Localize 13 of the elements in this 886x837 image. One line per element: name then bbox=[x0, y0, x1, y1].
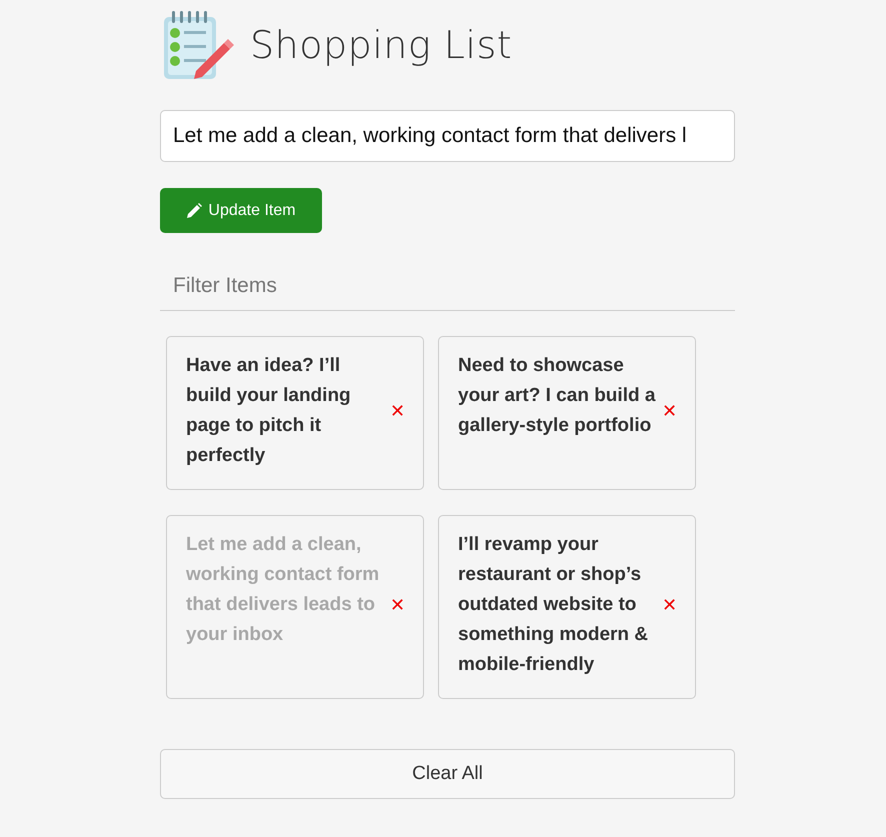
item-text: Need to showcase your art? I can build a gallery-style portfolio bbox=[458, 354, 656, 438]
update-item-button[interactable]: Update Item bbox=[160, 188, 322, 233]
item-text: Have an idea? I’ll build your landing page to pitch it perfectly bbox=[186, 354, 352, 468]
item-card[interactable]: Have an idea? I’ll build your landing page to pitch it perfectly ✕ bbox=[166, 336, 424, 490]
item-card[interactable]: Let me add a clean, working contact form that delivers leads to your inbox ✕ bbox=[166, 515, 424, 699]
filter-field[interactable]: Filter Items bbox=[160, 262, 735, 311]
item-card[interactable]: I’ll revamp your restaurant or shop’s outdated website to something modern & mobile-friendly ✕ bbox=[438, 515, 696, 699]
pencil-icon bbox=[186, 202, 202, 218]
clear-all-button[interactable]: Clear All bbox=[160, 749, 735, 799]
app-title: Shopping List bbox=[250, 23, 512, 67]
item-text: I’ll revamp your restaurant or shop’s outdated website to something modern & mobile-friendly bbox=[458, 533, 650, 677]
item-input[interactable]: Let me add a clean, working contact form that delivers l bbox=[160, 110, 735, 162]
item-text: Let me add a clean, working contact form that delivers leads to your inbox bbox=[186, 533, 380, 647]
